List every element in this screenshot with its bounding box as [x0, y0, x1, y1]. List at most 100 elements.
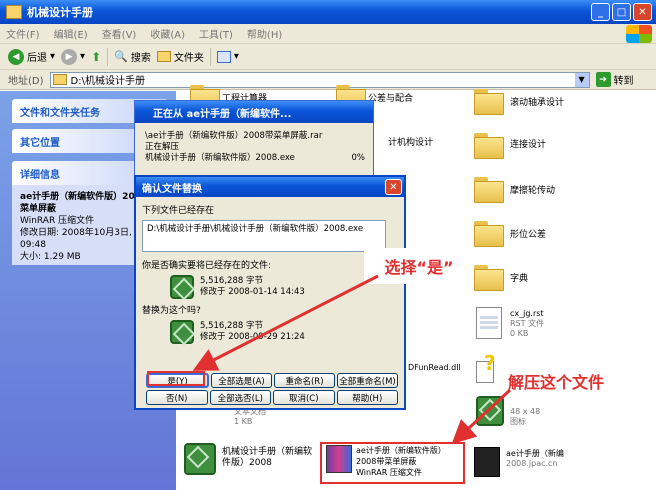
new-file-date: 修改于 2008-09-29 21:24 — [200, 332, 305, 342]
back-label: 后退 — [27, 53, 47, 64]
old-file-date: 修改于 2008-01-14 14:43 — [200, 287, 305, 297]
annotation-unzip: 解压这个文件 — [508, 373, 605, 392]
yes-to-all-button[interactable]: 全部选是(A) — [211, 373, 272, 388]
up-folder-icon: ⬆ — [91, 49, 102, 64]
chevron-down-icon: ▾ — [233, 51, 239, 62]
back-button[interactable]: ◀ 后退 ▾ — [8, 48, 56, 65]
rst-file-type: RST 文件 — [510, 319, 545, 328]
minimize-button[interactable]: _ — [591, 3, 610, 21]
folder-icon — [156, 51, 171, 62]
menu-favorites[interactable]: 收藏(A) — [150, 26, 185, 41]
folder-item[interactable] — [474, 221, 504, 247]
address-input[interactable]: D:\机械设计手册 ▼ — [49, 71, 590, 88]
folders-button[interactable]: 文件夹 — [156, 49, 204, 64]
rst-file-icon[interactable] — [476, 307, 502, 339]
extract-dialog-title: 正在从 ae计手册（新编软件... — [135, 101, 373, 123]
rar-file-highlight — [320, 442, 465, 484]
no-button[interactable]: 否(N) — [146, 390, 208, 405]
menu-help[interactable]: 帮助(H) — [247, 26, 282, 41]
folder-item[interactable] — [474, 177, 504, 203]
toolbar: ◀ 后退 ▾ ▶ ▾ ⬆ 🔍 搜索 文件夹 ▾ — [0, 44, 656, 70]
folder-icon — [6, 5, 22, 19]
go-button[interactable]: ➔ 转到 — [595, 72, 634, 87]
old-file-size: 5,516,288 字节 — [200, 276, 263, 286]
button-row-2: 否(N) 全部选否(L) 取消(C) 帮助(H) — [146, 390, 398, 405]
menu-tools[interactable]: 工具(T) — [199, 26, 233, 41]
folder-item[interactable] — [474, 265, 504, 291]
up-button[interactable]: ⬆ — [91, 50, 101, 64]
cancel-button[interactable]: 取消(C) — [273, 390, 335, 405]
exe-file-icon — [170, 275, 194, 299]
app-file-details: ae计手册（新编 2008.jpac.cn — [506, 449, 564, 469]
other-places-title: 其它位置 — [20, 137, 60, 149]
rename-all-button[interactable]: 全部重命名(M) — [337, 373, 398, 388]
folder-icon — [52, 74, 67, 85]
question-label: 你是否确实要将已经存在的文件: — [142, 261, 272, 271]
no-to-all-button[interactable]: 全部选否(L) — [209, 390, 271, 405]
confirm-dialog-body: 下列文件已经存在 D:\机械设计手册\机械设计手册（新编软件版）2008.exe… — [142, 203, 398, 375]
folder-item[interactable] — [474, 133, 504, 159]
close-icon[interactable]: ✕ — [385, 179, 402, 195]
app-file-icon[interactable] — [474, 447, 500, 477]
folder-label: 滚动轴承设计 — [510, 98, 565, 108]
new-file-info: 5,516,288 字节 修改于 2008-09-29 21:24 — [170, 320, 398, 344]
back-arrow-icon: ◀ — [8, 48, 24, 65]
icon-file-details: 48 x 48 图标 — [510, 407, 540, 427]
search-label: 搜索 — [130, 53, 151, 64]
extract-status: 正在解压 — [145, 142, 180, 152]
details-title: 详细信息 — [20, 169, 60, 181]
forward-button[interactable]: ▶ ▾ — [61, 48, 86, 65]
chevron-down-icon[interactable]: ▼ — [574, 72, 589, 87]
menu-view[interactable]: 查看(V) — [102, 26, 137, 41]
folder-label: 字典 — [510, 274, 529, 284]
rename-button[interactable]: 重命名(R) — [274, 373, 335, 388]
new-file-size: 5,516,288 字节 — [200, 321, 263, 331]
folder-label-partial: 计机构设计 — [388, 138, 434, 148]
extract-percent: 0% — [351, 153, 366, 163]
help-button[interactable]: 帮助(H) — [336, 390, 398, 405]
menu-bar: 文件(F) 编辑(E) 查看(V) 收藏(A) 工具(T) 帮助(H) — [0, 24, 656, 44]
folder-label: 公差与配合 — [368, 94, 414, 104]
rst-file-name: cx_jg.rst — [510, 309, 544, 318]
exe-file-name: 机械设计手册（新编软件版）2008 — [222, 447, 313, 468]
windows-logo-icon — [626, 25, 652, 43]
app-file-name: ae计手册（新编 — [506, 449, 564, 458]
toolbar-divider — [209, 47, 211, 66]
replace-label: 替换为这个吗? — [142, 306, 201, 316]
textdoc-size: 1 KB — [234, 417, 253, 426]
exe-file-icon[interactable] — [184, 443, 216, 475]
yes-button-highlight — [147, 371, 205, 386]
chevron-down-icon: ▾ — [80, 51, 86, 62]
extract-file-name: 机械设计手册（新编软件版）2008.exe — [145, 153, 295, 163]
file-tasks-title: 文件和文件夹任务 — [20, 107, 100, 119]
maximize-button[interactable]: □ — [612, 3, 631, 21]
folders-label: 文件夹 — [173, 53, 204, 64]
exe-file-icon — [170, 320, 194, 344]
go-label: 转到 — [613, 76, 634, 87]
chevron-down-icon: ▾ — [50, 51, 56, 62]
folder-label: 形位公差 — [510, 230, 547, 240]
green-icon-file[interactable] — [476, 396, 504, 426]
icon-file-dims: 48 x 48 — [510, 407, 541, 416]
confirm-dialog-title: 确认文件替换 — [142, 183, 202, 195]
go-arrow-icon: ➔ — [595, 72, 611, 87]
app-file-extra: 2008.jpac.cn — [506, 459, 558, 468]
menu-edit[interactable]: 编辑(E) — [54, 26, 88, 41]
search-button[interactable]: 🔍 搜索 — [114, 49, 151, 64]
menu-file[interactable]: 文件(F) — [6, 26, 40, 41]
existing-file-path: D:\机械设计手册\机械设计手册（新编软件版）2008.exe — [142, 220, 386, 252]
rst-file-size: 0 KB — [510, 329, 529, 338]
folder-item[interactable] — [474, 89, 504, 115]
extract-archive-name: \ae计手册（新编软件版）2008带菜单屏蔽.rar — [145, 131, 323, 141]
search-icon: 🔍 — [114, 50, 128, 63]
help-icon[interactable]: ? — [476, 351, 500, 385]
dll-file-name: DFunRead.dll — [408, 363, 461, 372]
toolbar-divider — [107, 47, 109, 66]
window-title: 机械设计手册 — [27, 6, 93, 19]
folder-label: 连接设计 — [510, 140, 547, 150]
views-button[interactable]: ▾ — [216, 50, 239, 63]
textdoc-details: 文本文档 1 KB — [234, 407, 266, 427]
address-value: D:\机械设计手册 — [70, 76, 145, 87]
close-button[interactable]: ✕ — [633, 3, 652, 21]
window-titlebar: 机械设计手册 _ □ ✕ — [0, 0, 656, 24]
